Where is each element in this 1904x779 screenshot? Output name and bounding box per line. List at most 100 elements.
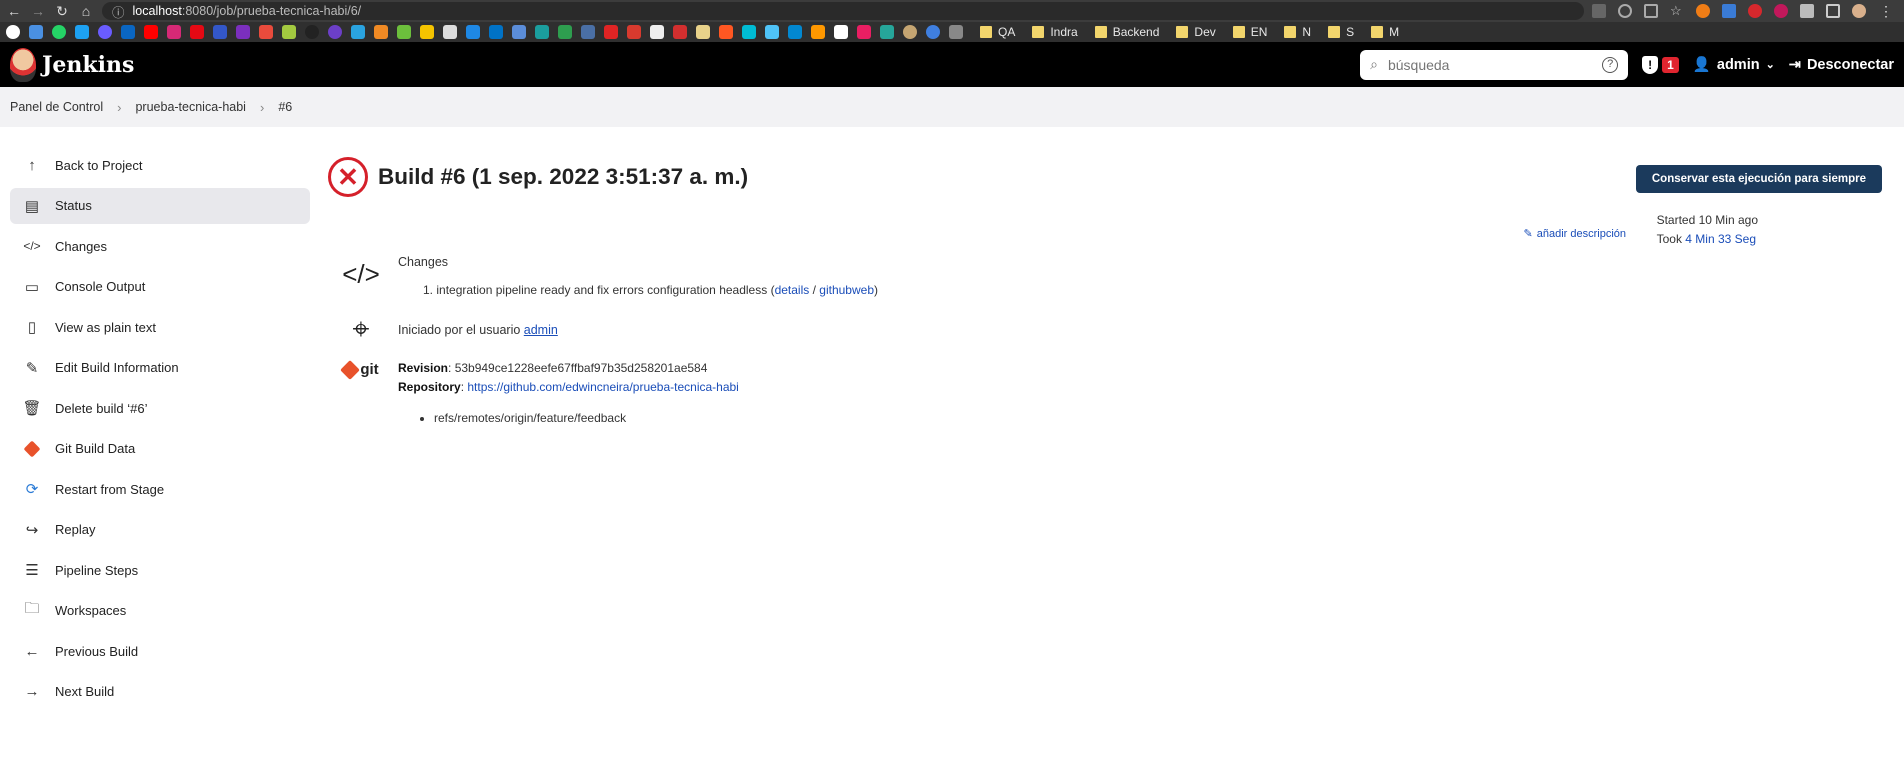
add-description-link[interactable]: ✎ añadir descripción	[1524, 227, 1627, 241]
build-duration-link[interactable]: 4 Min 33 Seg	[1685, 232, 1756, 246]
sidebar-toggle-icon[interactable]	[1826, 4, 1840, 18]
bookmark-icon[interactable]	[880, 25, 894, 39]
repository-link[interactable]: https://github.com/edwincneira/prueba-te…	[467, 380, 739, 394]
bookmark-icon[interactable]	[857, 25, 871, 39]
bookmark-folder[interactable]: QA	[980, 25, 1015, 39]
bookmark-icon[interactable]	[811, 25, 825, 39]
bookmark-icon[interactable]	[512, 25, 526, 39]
help-icon[interactable]: ?	[1602, 56, 1619, 73]
jenkins-home-link[interactable]: Jenkins	[10, 47, 134, 82]
bookmark-icon[interactable]	[236, 25, 250, 39]
sidebar-item-status[interactable]: ▤ Status	[10, 187, 310, 224]
breadcrumb-item[interactable]: prueba-tecnica-habi	[135, 100, 246, 114]
linkedin-icon[interactable]	[121, 25, 135, 39]
back-icon[interactable]: ←	[6, 3, 22, 19]
breadcrumb-item[interactable]: #6	[278, 100, 292, 114]
change-details-link[interactable]: details	[775, 283, 810, 297]
github-icon[interactable]	[305, 25, 319, 39]
bookmark-icon[interactable]	[903, 25, 917, 39]
bookmark-icon[interactable]	[466, 25, 480, 39]
sidebar-item-replay[interactable]: ↪ Replay	[10, 512, 310, 548]
bookmark-icon[interactable]	[328, 25, 342, 39]
bookmark-icon[interactable]	[259, 25, 273, 39]
sidebar-item-pipeline-steps[interactable]: ☰ Pipeline Steps	[10, 552, 310, 588]
bookmark-folder[interactable]: EN	[1232, 25, 1267, 39]
bookmark-folder[interactable]: Backend	[1094, 25, 1159, 39]
sidebar-item-view-plain-text[interactable]: ▯ View as plain text	[10, 309, 310, 345]
sidebar-item-edit-build-info[interactable]: ✎ Edit Build Information	[10, 350, 310, 386]
twitter-icon[interactable]	[75, 25, 89, 39]
sidebar-item-git-build-data[interactable]: Git Build Data	[10, 431, 310, 467]
change-number: 1.	[423, 283, 434, 297]
translate-icon[interactable]	[1592, 4, 1606, 18]
bookmark-icon[interactable]	[397, 25, 411, 39]
star-icon[interactable]: ☆	[1670, 4, 1684, 18]
bookmark-icon[interactable]	[650, 25, 664, 39]
started-by-user-link[interactable]: admin	[524, 323, 558, 337]
sidebar-item-restart-from-stage[interactable]: ⟳ Restart from Stage	[10, 471, 310, 507]
bookmark-folder[interactable]: N	[1284, 25, 1311, 39]
bookmark-icon[interactable]	[558, 25, 572, 39]
sidebar-item-back-to-project[interactable]: ↑ Back to Project	[10, 147, 310, 183]
bookmark-icon[interactable]	[765, 25, 779, 39]
bookmark-icon[interactable]	[213, 25, 227, 39]
bookmark-icon[interactable]	[535, 25, 549, 39]
outlook-icon[interactable]	[489, 25, 503, 39]
bookmark-icon[interactable]	[351, 25, 365, 39]
bookmark-icon[interactable]	[834, 25, 848, 39]
bookmark-icon[interactable]	[29, 25, 43, 39]
google-icon[interactable]	[6, 25, 20, 39]
logout-button[interactable]: ⇥ Desconectar	[1789, 57, 1894, 73]
bookmark-icon[interactable]	[788, 25, 802, 39]
sidebar-item-next-build[interactable]: → Next Build	[10, 674, 310, 710]
extension-abp-icon[interactable]	[1748, 4, 1762, 18]
sidebar-item-workspaces[interactable]: 🗀 Workspaces	[10, 593, 310, 629]
bookmark-folder[interactable]: Indra	[1032, 25, 1078, 39]
netflix-icon[interactable]	[190, 25, 204, 39]
puzzle-icon[interactable]	[1800, 4, 1814, 18]
info-icon[interactable]: ⓘ	[112, 2, 125, 21]
messenger-icon[interactable]	[98, 25, 112, 39]
extension-rss-icon[interactable]	[1696, 4, 1710, 18]
address-bar[interactable]: ⓘ localhost:8080/job/prueba-tecnica-habi…	[102, 2, 1584, 20]
bookmark-icon[interactable]	[696, 25, 710, 39]
sidebar-item-previous-build[interactable]: ← Previous Build	[10, 633, 310, 669]
breadcrumb-item[interactable]: Panel de Control	[10, 100, 103, 114]
bookmark-folder[interactable]: M	[1371, 25, 1399, 39]
security-alert[interactable]: ! 1	[1642, 55, 1679, 74]
bookmark-icon[interactable]	[604, 25, 618, 39]
bookmark-folder[interactable]: Dev	[1176, 25, 1216, 39]
bookmark-icon[interactable]	[949, 25, 963, 39]
bookmark-icon[interactable]	[673, 25, 687, 39]
user-menu[interactable]: 👤 admin ⌄	[1693, 56, 1775, 74]
sidebar-item-changes[interactable]: </> Changes	[10, 228, 310, 264]
bookmark-icon[interactable]	[443, 25, 457, 39]
instagram-icon[interactable]	[167, 25, 181, 39]
keep-build-forever-button[interactable]: Conservar esta ejecución para siempre	[1635, 165, 1882, 193]
whatsapp-icon[interactable]	[52, 25, 66, 39]
search-input[interactable]	[1387, 56, 1593, 73]
reload-icon[interactable]: ↻	[54, 3, 70, 20]
extension-m-icon[interactable]	[1774, 4, 1788, 18]
githubweb-link[interactable]: githubweb	[819, 283, 874, 297]
sidebar-item-delete-build[interactable]: 🗑 Delete build ‘#6’	[10, 390, 310, 426]
youtube-icon[interactable]	[144, 25, 158, 39]
sidebar-item-console-output[interactable]: ▭ Console Output	[10, 269, 310, 305]
zoom-icon[interactable]	[1618, 4, 1632, 18]
bookmark-icon[interactable]	[742, 25, 756, 39]
bookmark-folder[interactable]: S	[1328, 25, 1354, 39]
extension-translate-icon[interactable]	[1722, 4, 1736, 18]
menu-icon[interactable]: ⋮	[1878, 3, 1894, 20]
bookmark-icon[interactable]	[581, 25, 595, 39]
forward-icon[interactable]: →	[30, 3, 46, 19]
bookmark-icon[interactable]	[420, 25, 434, 39]
bookmark-icon[interactable]	[719, 25, 733, 39]
bookmark-icon[interactable]	[282, 25, 296, 39]
profile-avatar[interactable]	[1852, 4, 1866, 18]
home-icon[interactable]: ⌂	[78, 3, 94, 19]
bookmark-icon[interactable]	[627, 25, 641, 39]
share-icon[interactable]	[1644, 4, 1658, 18]
bookmark-icon[interactable]	[374, 25, 388, 39]
search-box[interactable]: ⌕ ?	[1360, 49, 1629, 80]
bookmark-icon[interactable]	[926, 25, 940, 39]
